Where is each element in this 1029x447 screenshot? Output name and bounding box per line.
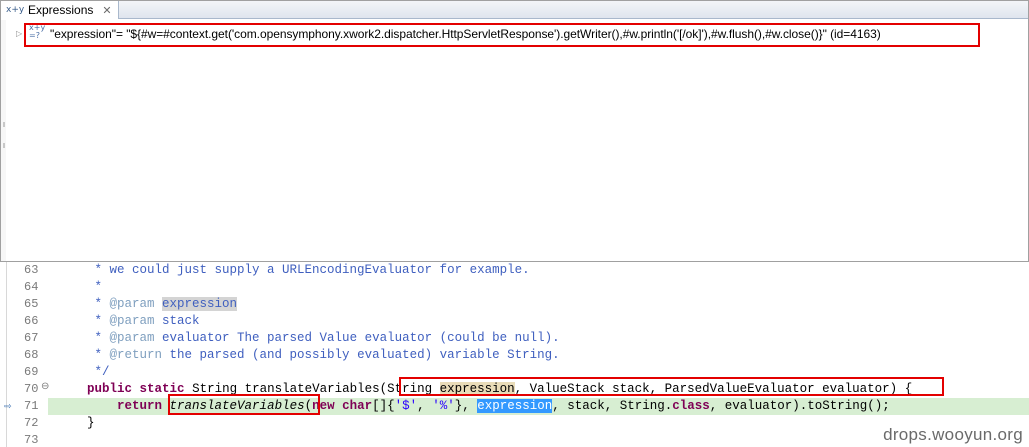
code-part: , bbox=[417, 399, 433, 413]
trim-tick bbox=[3, 143, 5, 148]
keyword: static bbox=[139, 382, 185, 396]
fold-minus-icon[interactable]: ⊖ bbox=[41, 381, 49, 392]
expand-arrow-icon[interactable]: ▷ bbox=[16, 29, 22, 38]
expressions-icon: x+y bbox=[6, 4, 25, 15]
line-number: 64 bbox=[24, 280, 39, 294]
code-text: * @return the parsed (and possibly evalu… bbox=[57, 347, 560, 364]
expressions-view: x+y Expressions ✕ ▷ x+y =? "expression"=… bbox=[0, 0, 1029, 262]
line-number: 63 bbox=[24, 263, 39, 277]
string-literal: '$' bbox=[394, 399, 418, 413]
code-line: 68 * @return the parsed (and possibly ev… bbox=[0, 347, 1029, 364]
javadoc-tag: @param bbox=[109, 314, 155, 328]
code-part bbox=[335, 399, 343, 413]
line-number: 67 bbox=[24, 331, 39, 345]
string-literal: '%' bbox=[432, 399, 455, 413]
comment-rest: the parsed (and possibly evaluated) vari… bbox=[162, 348, 560, 362]
variable-icon: x+y =? bbox=[29, 24, 45, 42]
line-number: 69 bbox=[24, 365, 39, 379]
code-part: }, bbox=[454, 399, 478, 413]
code-text: * bbox=[57, 280, 103, 294]
line-number: 66 bbox=[24, 314, 39, 328]
code-text: * @param evaluator The parsed Value eval… bbox=[57, 330, 560, 347]
line-number: 73 bbox=[24, 433, 39, 447]
comment-rest: evaluator The parsed Value evaluator (co… bbox=[154, 331, 560, 345]
method-call: translateVariables bbox=[169, 399, 305, 413]
code-part: , evaluator).toString(); bbox=[709, 399, 890, 413]
comment-prefix: * bbox=[57, 297, 110, 311]
close-icon[interactable]: ✕ bbox=[102, 4, 111, 17]
code-line: 73 bbox=[0, 432, 1029, 447]
line-number: 65 bbox=[24, 297, 39, 311]
code-text: } bbox=[57, 416, 95, 430]
comment-prefix: * bbox=[57, 331, 110, 345]
code-line: 66 * @param stack bbox=[0, 313, 1029, 330]
code-text: public static String translateVariables(… bbox=[57, 381, 912, 398]
tab-expressions[interactable]: x+y Expressions ✕ bbox=[1, 1, 119, 19]
javadoc-tag: @param bbox=[109, 297, 155, 311]
keyword: char bbox=[342, 399, 373, 413]
code-text: * @param stack bbox=[57, 313, 200, 330]
view-tab-bar: x+y Expressions ✕ bbox=[1, 1, 1028, 19]
param-occurrence: expression bbox=[162, 297, 238, 311]
code-editor[interactable]: 63 * we could just supply a URLEncodingE… bbox=[0, 262, 1029, 447]
comment-rest: stack bbox=[154, 314, 200, 328]
line-number: 71 bbox=[24, 399, 39, 413]
code-text: * we could just supply a URLEncodingEval… bbox=[57, 263, 530, 277]
code-text: * @param expression bbox=[57, 296, 238, 313]
signature-end: , ValueStack stack, ParsedValueEvaluator… bbox=[514, 382, 913, 396]
code-text: */ bbox=[57, 365, 110, 379]
expression-value[interactable]: "expression"= "${#w=#context.get('com.op… bbox=[50, 27, 881, 41]
code-part: ( bbox=[304, 399, 313, 413]
code-line: 65 * @param expression bbox=[0, 296, 1029, 313]
code-text: return translateVariables(new char[]{'$'… bbox=[57, 398, 890, 415]
javadoc-tag: @param bbox=[109, 331, 155, 345]
code-part: , stack, String. bbox=[552, 399, 673, 413]
line-number: 68 bbox=[24, 348, 39, 362]
variable-icon-bottom: =? bbox=[29, 31, 40, 40]
line-number: 72 bbox=[24, 416, 39, 430]
keyword: new bbox=[312, 399, 335, 413]
view-trim-strip bbox=[1, 20, 6, 261]
trim-tick bbox=[3, 122, 5, 127]
expression-row[interactable]: ▷ x+y =? "expression"= "${#w=#context.ge… bbox=[1, 23, 1028, 47]
comment-prefix: * bbox=[57, 314, 110, 328]
code-line: 63 * we could just supply a URLEncodingE… bbox=[0, 262, 1029, 279]
code-line: 72 } bbox=[0, 415, 1029, 432]
keyword: return bbox=[117, 399, 163, 413]
code-line: 69 */ bbox=[0, 364, 1029, 381]
javadoc-tag: @return bbox=[109, 348, 163, 362]
code-part: []{ bbox=[372, 399, 395, 413]
keyword: public bbox=[87, 382, 133, 396]
code-line: 64 * bbox=[0, 279, 1029, 296]
signature-start: String translateVariables(String bbox=[184, 382, 440, 396]
current-code-line: ⇨ 71 return translateVariables(new char[… bbox=[0, 398, 1029, 415]
selected-text[interactable]: expression bbox=[477, 399, 553, 413]
comment-prefix: * bbox=[57, 348, 110, 362]
tab-label: Expressions bbox=[28, 3, 94, 17]
code-line: 70 ⊖ public static String translateVaria… bbox=[0, 381, 1029, 398]
param-occurrence: expression bbox=[439, 382, 515, 396]
keyword: class bbox=[672, 399, 710, 413]
code-line: 67 * @param evaluator The parsed Value e… bbox=[0, 330, 1029, 347]
current-instruction-icon: ⇨ bbox=[4, 402, 12, 412]
watermark: drops.wooyun.org bbox=[883, 425, 1023, 444]
